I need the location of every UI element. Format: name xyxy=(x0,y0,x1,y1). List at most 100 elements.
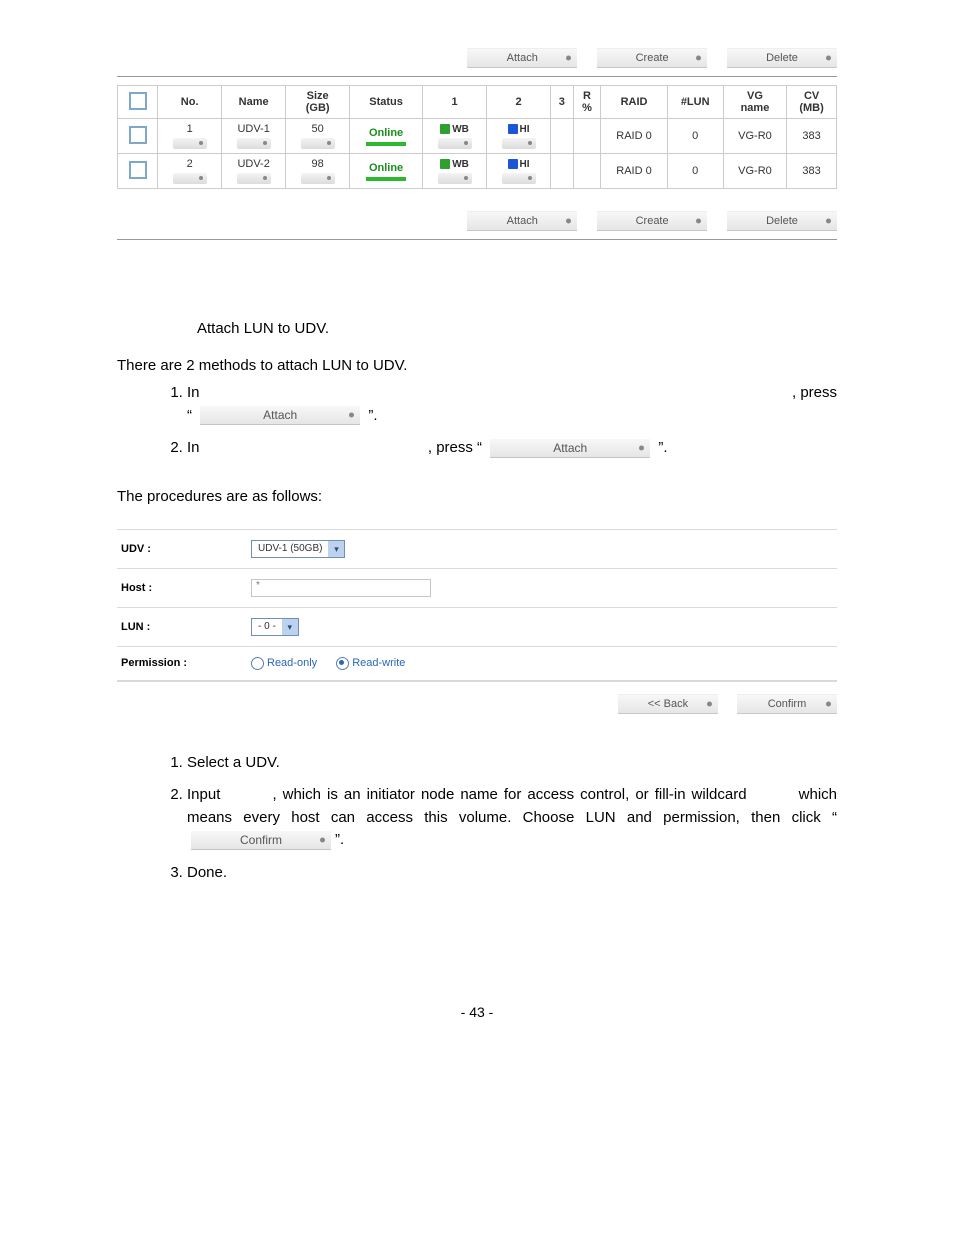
instruction-1: Select a UDV. xyxy=(187,752,837,775)
cell-cv: 383 xyxy=(787,154,837,189)
hi-icon xyxy=(508,159,518,169)
lun-select[interactable]: - 0 - ▾ xyxy=(251,618,299,636)
col-no: No. xyxy=(158,86,222,119)
instruction-3: Done. xyxy=(187,862,837,885)
attach-title: Attach LUN to UDV. xyxy=(197,320,837,337)
dot-icon xyxy=(696,56,701,61)
tray-icon[interactable] xyxy=(502,173,536,184)
tray-icon[interactable] xyxy=(237,173,271,184)
page-number: - 43 - xyxy=(117,1004,837,1020)
tray-icon[interactable] xyxy=(438,138,472,149)
create-button-top[interactable]: Create xyxy=(597,48,707,68)
dot-icon xyxy=(639,445,644,450)
cell-r xyxy=(573,154,601,189)
select-all-checkbox[interactable] xyxy=(129,92,147,110)
col-3: 3 xyxy=(551,86,574,119)
col-checkbox xyxy=(118,86,158,119)
col-r: R% xyxy=(573,86,601,119)
udv-table: No. Name Size(GB) Status 1 2 3 R% RAID #… xyxy=(117,85,837,189)
cell-c2: HI xyxy=(487,154,551,189)
dot-icon xyxy=(826,56,831,61)
tray-icon[interactable] xyxy=(502,138,536,149)
delete-button-bottom[interactable]: Delete xyxy=(727,211,837,231)
row-checkbox[interactable] xyxy=(129,126,147,144)
host-input[interactable]: * xyxy=(251,579,431,597)
dot-icon xyxy=(566,56,571,61)
col-size: Size(GB) xyxy=(286,86,350,119)
tray-icon[interactable] xyxy=(237,138,271,149)
col-status: Status xyxy=(350,86,423,119)
confirm-button[interactable]: Confirm xyxy=(737,694,837,714)
chevron-down-icon: ▾ xyxy=(328,541,344,557)
tray-icon[interactable] xyxy=(301,138,335,149)
col-vg: VGname xyxy=(723,86,786,119)
status-bar-icon xyxy=(366,142,406,146)
label: Create xyxy=(636,215,669,227)
tray-icon[interactable] xyxy=(173,138,207,149)
create-button-bottom[interactable]: Create xyxy=(597,211,707,231)
hi-icon xyxy=(508,124,518,134)
cell-size: 50 xyxy=(286,119,350,154)
table-row: 2 UDV-2 98 Online WB HI RAID 0 0 VG-R0 3… xyxy=(118,154,837,189)
cell-size: 98 xyxy=(286,154,350,189)
cell-vg: VG-R0 xyxy=(723,154,786,189)
cell-status: Online xyxy=(350,119,423,154)
status-bar-icon xyxy=(366,177,406,181)
col-name: Name xyxy=(222,86,286,119)
label: Delete xyxy=(766,52,798,64)
udv-select[interactable]: UDV-1 (50GB) ▾ xyxy=(251,540,345,558)
cell-no: 1 xyxy=(158,119,222,154)
cell-lun: 0 xyxy=(667,119,723,154)
attach-button-inline[interactable]: Attach xyxy=(490,439,650,458)
dot-icon xyxy=(696,219,701,224)
tray-icon[interactable] xyxy=(173,173,207,184)
dot-icon xyxy=(826,701,831,706)
form-row-udv: UDV : UDV-1 (50GB) ▾ xyxy=(117,529,837,569)
back-button[interactable]: << Back xyxy=(618,694,718,714)
procedures-text: The procedures are as follows: xyxy=(117,488,837,505)
cell-c3 xyxy=(551,154,574,189)
instruction-list: Select a UDV. Input , which is an initia… xyxy=(117,752,837,885)
attach-button-inline[interactable]: Attach xyxy=(200,406,360,425)
method-2: In , press “ Attach ”. xyxy=(187,437,837,460)
permission-label: Permission : xyxy=(121,657,251,669)
col-1: 1 xyxy=(423,86,487,119)
cell-vg: VG-R0 xyxy=(723,119,786,154)
label: Attach xyxy=(507,215,538,227)
cell-no: 2 xyxy=(158,154,222,189)
cell-name: UDV-1 xyxy=(222,119,286,154)
delete-button-top[interactable]: Delete xyxy=(727,48,837,68)
bottom-action-bar: Attach Create Delete xyxy=(117,203,837,237)
dot-icon xyxy=(566,219,571,224)
cell-c1: WB xyxy=(423,119,487,154)
confirm-button-inline[interactable]: Confirm xyxy=(191,831,331,850)
dot-icon xyxy=(826,219,831,224)
dot-icon xyxy=(707,701,712,706)
wb-icon xyxy=(440,124,450,134)
cell-c2: HI xyxy=(487,119,551,154)
col-cv: CV(MB) xyxy=(787,86,837,119)
wb-icon xyxy=(440,159,450,169)
tray-icon[interactable] xyxy=(438,173,472,184)
cell-raid: RAID 0 xyxy=(601,119,667,154)
cell-c3 xyxy=(551,119,574,154)
instruction-2: Input , which is an initiator node name … xyxy=(187,784,837,852)
chevron-down-icon: ▾ xyxy=(282,619,298,635)
label: Attach xyxy=(507,52,538,64)
cell-lun: 0 xyxy=(667,154,723,189)
cell-name: UDV-2 xyxy=(222,154,286,189)
col-lun: #LUN xyxy=(667,86,723,119)
label: Create xyxy=(636,52,669,64)
col-raid: RAID xyxy=(601,86,667,119)
attach-button-bottom[interactable]: Attach xyxy=(467,211,577,231)
method-list: In , press “ Attach ”. In , press “ Atta… xyxy=(117,382,837,460)
attach-button-top[interactable]: Attach xyxy=(467,48,577,68)
table-row: 1 UDV-1 50 Online WB HI RAID 0 0 VG-R0 3… xyxy=(118,119,837,154)
radio-read-only[interactable] xyxy=(251,657,264,670)
radio-read-write[interactable] xyxy=(336,657,349,670)
top-action-bar: Attach Create Delete xyxy=(117,40,837,74)
row-checkbox[interactable] xyxy=(129,161,147,179)
cell-raid: RAID 0 xyxy=(601,154,667,189)
label: Delete xyxy=(766,215,798,227)
tray-icon[interactable] xyxy=(301,173,335,184)
